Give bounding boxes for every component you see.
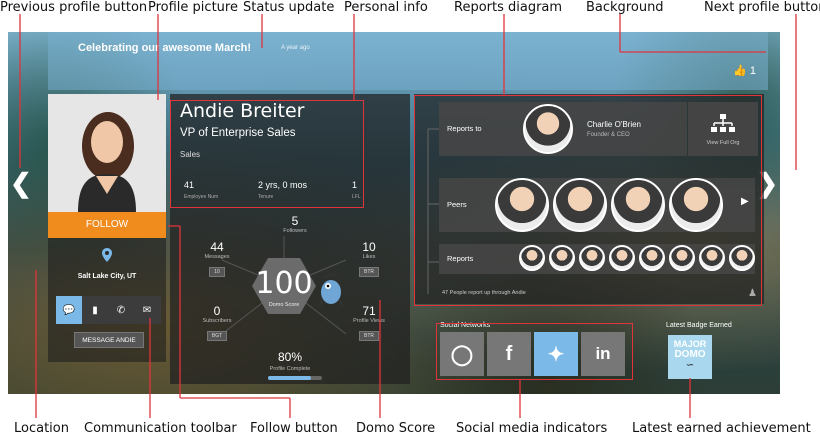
subscribers-label: Subscribers: [202, 318, 232, 324]
annotation-personal-info: Personal info: [344, 0, 428, 15]
followers-label: Followers: [283, 228, 307, 234]
badge-line-2: DOMO: [674, 349, 706, 360]
annotation-status-update: Status update: [243, 0, 335, 15]
envelope-icon: ✉: [142, 304, 152, 316]
mobile-button[interactable]: ▮: [82, 296, 108, 324]
messages-metric: 44 Messages 10: [192, 240, 242, 278]
latest-badge-title: Latest Badge Earned: [666, 322, 732, 329]
reports-diagram-highlight: [414, 95, 762, 306]
annotation-social-media-indicators: Social media indicators: [456, 421, 608, 434]
personal-info-highlight: [170, 100, 364, 208]
messages-label: Messages: [204, 254, 230, 260]
annotation-profile-picture: Profile picture: [148, 0, 238, 15]
location-text: Salt Lake City, UT: [77, 273, 137, 280]
location-and-contact-panel: Salt Lake City, UT 💬 ▮ ✆ ✉ MESSAGE ANDIE: [48, 238, 166, 362]
follow-button[interactable]: FOLLOW: [48, 212, 166, 238]
subscribers-count: 0: [213, 304, 221, 318]
profile-complete-fill: [268, 376, 312, 380]
latest-badge[interactable]: MAJOR DOMO ∽: [668, 335, 712, 379]
annotation-next-profile-button: Next profile button: [704, 0, 820, 15]
chat-icon: 💬: [62, 304, 76, 316]
like-count: 1: [749, 64, 756, 77]
profile-views-metric: 71 Profile Views BTR: [344, 304, 394, 342]
status-time: A year ago: [281, 45, 310, 51]
profile-complete-bar: [268, 376, 322, 380]
mustache-icon: ∽: [685, 360, 695, 371]
domo-mascot-icon: [319, 272, 343, 306]
message-button[interactable]: MESSAGE ANDIE: [74, 332, 144, 348]
domo-score-label: Domo Score: [268, 302, 300, 308]
thumbs-up-icon: 👍: [733, 65, 747, 77]
profile-complete-value: 80%: [277, 350, 303, 364]
annotation-latest-earned-achievement: Latest earned achievement: [632, 421, 811, 434]
annotation-location: Location: [14, 421, 69, 434]
subscribers-pill: BGT: [206, 331, 228, 341]
messages-count: 44: [210, 240, 224, 254]
annotation-reports-diagram: Reports diagram: [454, 0, 563, 15]
phone-icon: ✆: [116, 304, 126, 316]
subscribers-metric: 0 Subscribers BGT: [192, 304, 242, 342]
profile-picture: [48, 94, 166, 212]
profile-complete-label: Profile Complete: [269, 366, 311, 372]
likes-metric: 10 Likes BTR: [344, 240, 394, 278]
followers-metric: 5 Followers: [270, 214, 320, 234]
followers-count: 5: [291, 214, 299, 228]
annotation-follow-button: Follow button: [250, 421, 338, 434]
profile-views-label: Profile Views: [353, 318, 385, 324]
domo-score-value: 100: [255, 266, 313, 301]
status-update-bar: Celebrating our awesome March! A year ag…: [48, 32, 768, 90]
map-pin-icon: [102, 248, 112, 267]
annotation-domo-score: Domo Score: [356, 421, 436, 434]
previous-profile-button[interactable]: ❮: [10, 170, 32, 196]
chat-button[interactable]: 💬: [56, 296, 82, 324]
messages-pill: 10: [209, 267, 225, 277]
likes-count: 10: [362, 240, 376, 254]
annotation-communication-toolbar: Communication toolbar: [84, 421, 237, 434]
domo-score-area: 5 Followers 44 Messages 10 10 Likes BTR …: [170, 214, 410, 384]
profile-views-pill: BTR: [359, 331, 379, 341]
annotation-background: Background: [586, 0, 664, 15]
profile-views-count: 71: [362, 304, 376, 318]
like-button[interactable]: 👍 1: [733, 64, 756, 78]
communication-toolbar: 💬 ▮ ✆ ✉: [56, 296, 161, 324]
badge-line-1: MAJOR: [673, 339, 707, 349]
mobile-phone-icon: ▮: [92, 304, 98, 316]
email-button[interactable]: ✉: [134, 296, 160, 324]
status-text: Celebrating our awesome March!: [78, 42, 251, 54]
annotation-previous-profile-button: Previous profile button: [0, 0, 148, 15]
social-media-highlight: [436, 323, 633, 380]
likes-pill: BTR: [359, 267, 379, 277]
phone-button[interactable]: ✆: [108, 296, 134, 324]
likes-label: Likes: [362, 254, 376, 260]
